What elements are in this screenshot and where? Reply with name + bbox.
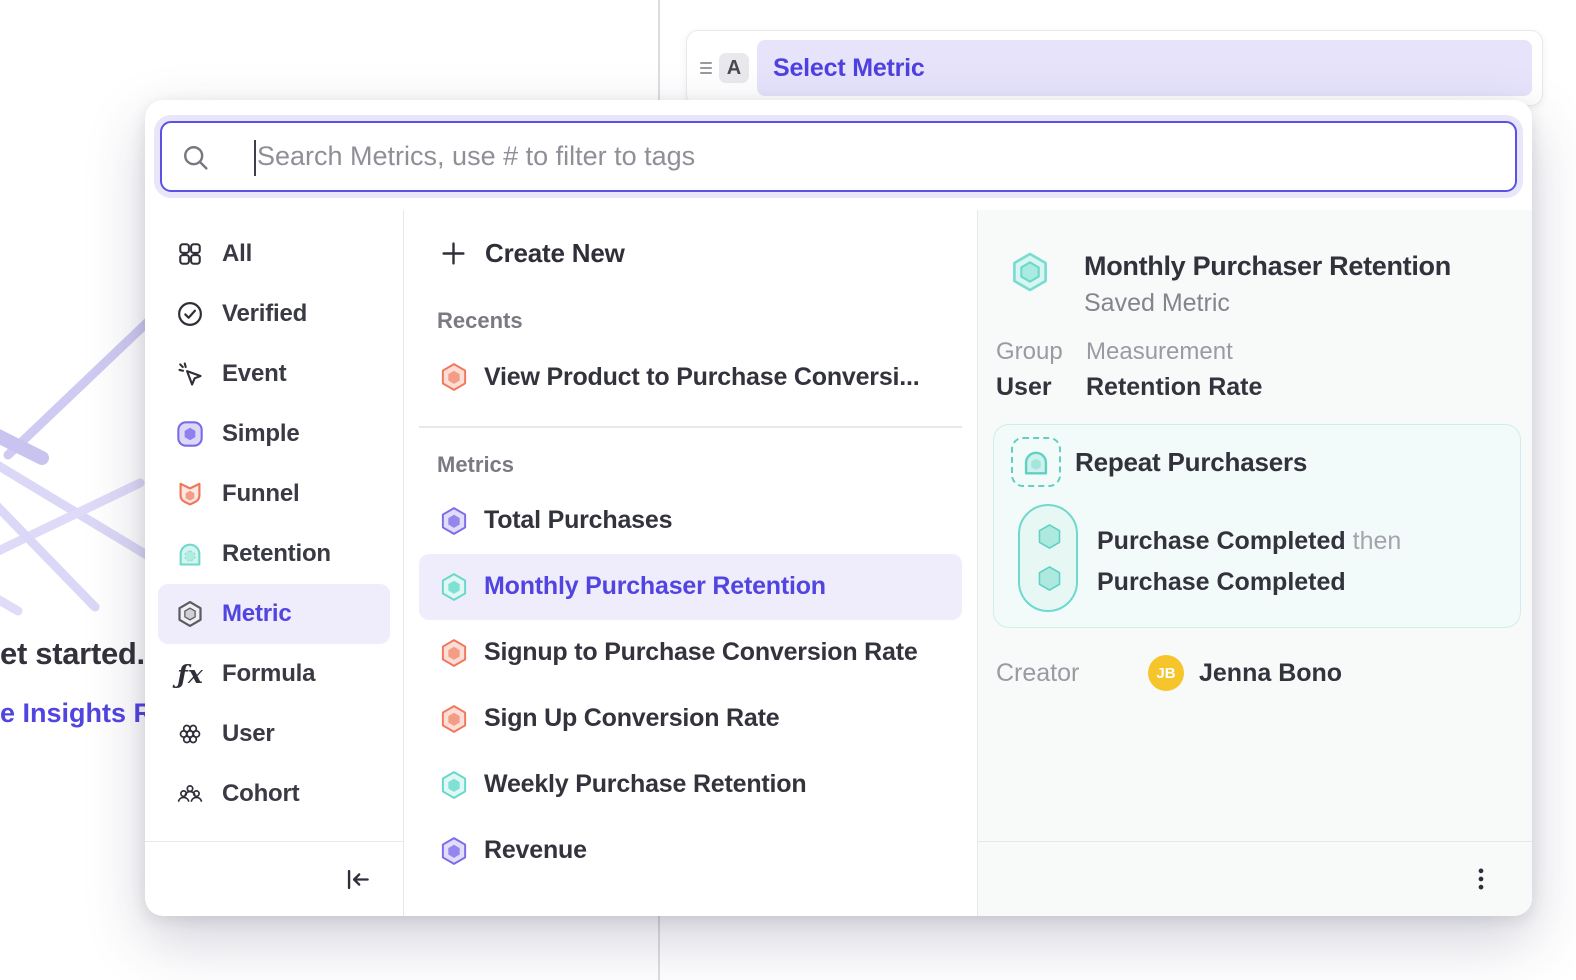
step-two-event: Purchase Completed [1097,562,1401,603]
drag-handle-icon[interactable] [697,62,715,74]
sidebar-item-label: Retention [222,540,331,568]
metric-item-label: Monthly Purchaser Retention [484,572,826,601]
measurement-value: Retention Rate [1086,373,1262,402]
background-headline-fragment: et started. [0,636,145,672]
metric-hexagon-icon [175,600,205,628]
metric-list-column: Create New Recents View Product to Purch… [403,210,978,916]
saved-metric-card-title: Repeat Purchasers [1075,447,1307,478]
metric-list-item[interactable]: Revenue [419,818,962,884]
step-one-event: Purchase Completed [1097,527,1346,555]
sidebar-item-label: Simple [222,420,300,448]
sidebar-item-formula[interactable]: ƒx Formula [158,644,390,704]
verified-badge-icon [175,300,205,328]
detail-subtitle: Saved Metric [1084,289,1451,318]
retention-metric-icon [175,540,205,568]
user-cluster-icon [175,720,205,748]
filter-sidebar: All Verified Event [145,210,403,916]
measurement-label: Measurement [1086,338,1262,366]
plus-icon [441,241,466,266]
metric-item-label: Revenue [484,836,587,865]
retention-hexagon-icon [439,770,469,800]
step-hexagon-icon [1036,565,1063,592]
sidebar-item-event[interactable]: Event [158,344,390,404]
sidebar-item-cohort[interactable]: Cohort [158,764,390,824]
funnel-hexagon-icon [439,638,469,668]
select-metric-button[interactable]: Select Metric [757,40,1532,96]
metric-block-letter-badge: A [719,53,749,83]
sidebar-item-simple[interactable]: Simple [158,404,390,464]
metric-picker-modal: All Verified Event [145,100,1532,916]
retention-hexagon-icon-large [1009,251,1051,293]
step-connector: then [1353,527,1402,555]
grid-icon [175,241,205,267]
event-cursor-icon [175,360,205,388]
metric-item-label: Signup to Purchase Conversion Rate [484,638,918,667]
metric-list-item[interactable]: Sign Up Conversion Rate [419,686,962,752]
cohort-people-icon [175,780,205,808]
creator-label: Creator [996,659,1148,688]
background-report-link-fragment[interactable]: e Insights Re [0,698,168,729]
metric-list-item[interactable]: Total Purchases [419,488,962,554]
group-label: Group [996,338,1086,366]
recents-section-header: Recents [437,308,977,334]
create-new-label: Create New [485,238,625,269]
sidebar-item-label: Metric [222,600,292,628]
create-new-button[interactable]: Create New [404,222,977,284]
funnel-hexagon-icon [439,362,469,392]
saved-metric-definition-card: Repeat Purchasers Purchase Completed the… [993,424,1521,628]
sidebar-item-all[interactable]: All [158,224,390,284]
collapse-sidebar-icon[interactable] [344,866,371,893]
formula-fx-icon: ƒx [175,662,205,687]
metric-list-item-selected[interactable]: Monthly Purchaser Retention [419,554,962,620]
metric-item-label: Weekly Purchase Retention [484,770,806,799]
sidebar-item-label: User [222,720,275,748]
sidebar-item-label: Verified [222,300,307,328]
detail-title: Monthly Purchaser Retention [1084,251,1451,282]
simple-hexagon-icon [439,506,469,536]
metric-query-bar: A Select Metric [686,30,1543,106]
sidebar-item-user[interactable]: User [158,704,390,764]
sidebar-item-label: Event [222,360,286,388]
retention-steps-capsule [1018,504,1078,612]
funnel-hexagon-icon [439,704,469,734]
recent-item-label: View Product to Purchase Conversi... [484,363,920,392]
step-hexagon-icon [1036,523,1063,550]
creator-avatar: JB [1148,655,1184,691]
sidebar-item-metric[interactable]: Metric [158,584,390,644]
simple-hexagon-icon [439,836,469,866]
funnel-metric-icon [175,480,205,508]
more-options-kebab-icon[interactable] [1468,866,1494,892]
sidebar-item-label: Formula [222,660,315,688]
creator-name: Jenna Bono [1199,659,1342,688]
sidebar-item-label: Funnel [222,480,299,508]
saved-retention-chip-icon [1011,437,1061,487]
simple-metric-icon [175,420,205,448]
detail-footer [978,841,1532,916]
sidebar-item-label: Cohort [222,780,299,808]
sidebar-footer [145,841,403,916]
metric-item-label: Sign Up Conversion Rate [484,704,779,733]
metric-detail-panel: Monthly Purchaser Retention Saved Metric… [978,210,1532,916]
sidebar-item-retention[interactable]: Retention [158,524,390,584]
recent-item[interactable]: View Product to Purchase Conversi... [419,344,962,410]
metric-list-item[interactable]: Signup to Purchase Conversion Rate [419,620,962,686]
list-divider [419,426,962,428]
metric-search-box[interactable] [160,121,1517,192]
metric-list-item[interactable]: Weekly Purchase Retention [419,752,962,818]
metrics-section-header: Metrics [437,452,977,478]
sidebar-item-label: All [222,240,252,268]
group-value: User [996,373,1086,402]
sidebar-item-funnel[interactable]: Funnel [158,464,390,524]
metric-item-label: Total Purchases [484,506,672,535]
search-input[interactable] [162,123,1515,190]
sidebar-item-verified[interactable]: Verified [158,284,390,344]
retention-hexagon-icon [439,572,469,602]
